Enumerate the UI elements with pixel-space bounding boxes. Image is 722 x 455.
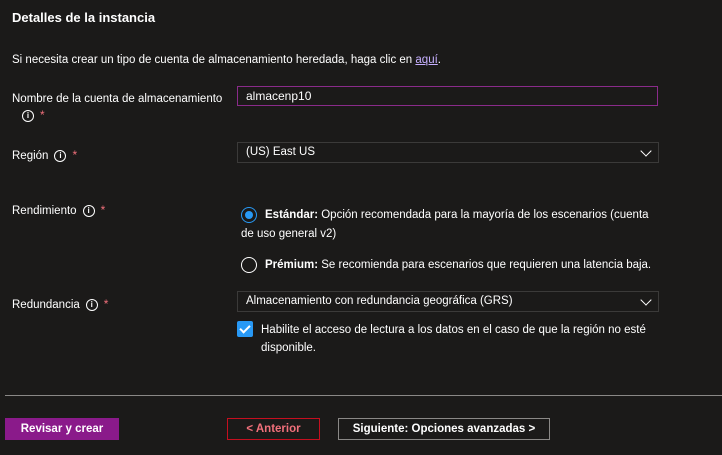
previous-button[interactable]: < Anterior xyxy=(227,418,320,440)
account-name-label: Nombre de la cuenta de almacenamiento i * xyxy=(12,91,222,124)
footer-divider xyxy=(5,395,722,396)
required-marker: * xyxy=(103,297,109,311)
premium-option-text: Prémium: Se recomienda para escenarios q… xyxy=(241,256,661,275)
chevron-down-icon xyxy=(640,294,652,306)
read-access-checkbox[interactable] xyxy=(237,321,253,337)
info-icon[interactable]: i xyxy=(22,109,34,122)
chevron-down-icon xyxy=(640,145,652,157)
premium-radio[interactable] xyxy=(241,257,257,273)
region-label-text: Región xyxy=(12,150,49,162)
storage-account-form: Detalles de la instancia Si necesita cre… xyxy=(0,0,722,455)
intro-suffix: . xyxy=(437,54,441,66)
redundancy-label: Redundancia i * xyxy=(12,296,108,313)
review-create-button[interactable]: Revisar y crear xyxy=(5,418,119,440)
region-select[interactable]: (US) East US xyxy=(237,142,659,163)
next-button[interactable]: Siguiente: Opciones avanzadas > xyxy=(338,418,550,440)
read-access-label: Habilite el acceso de lectura a los dato… xyxy=(261,324,646,354)
premium-option-title: Prémium: xyxy=(265,259,319,271)
region-selected-value: (US) East US xyxy=(246,146,316,158)
standard-option-text: Estándar: Opción recomendada para la may… xyxy=(241,206,661,244)
here-link[interactable]: aquí xyxy=(415,54,437,66)
required-marker: * xyxy=(72,148,78,162)
standard-option-title: Estándar: xyxy=(265,209,319,221)
intro-message: Si necesita crear un tipo de cuenta de a… xyxy=(12,54,416,66)
performance-label: Rendimiento i * xyxy=(12,202,105,219)
redundancy-selected-value: Almacenamiento con redundancia geográfic… xyxy=(246,295,513,307)
account-name-label-text: Nombre de la cuenta de almacenamiento xyxy=(12,93,223,105)
performance-label-text: Rendimiento xyxy=(12,205,77,217)
premium-option-description: Se recomienda para escenarios que requie… xyxy=(318,259,652,271)
performance-option-premium[interactable]: Prémium: Se recomienda para escenarios q… xyxy=(241,256,661,275)
redundancy-label-text: Redundancia xyxy=(12,299,80,311)
section-title: Detalles de la instancia xyxy=(12,10,156,25)
redundancy-select[interactable]: Almacenamiento con redundancia geográfic… xyxy=(237,291,659,312)
required-marker: * xyxy=(100,203,106,217)
region-label: Región i * xyxy=(12,147,77,164)
standard-radio[interactable] xyxy=(241,207,257,223)
performance-option-standard[interactable]: Estándar: Opción recomendada para la may… xyxy=(241,206,661,244)
info-icon[interactable]: i xyxy=(85,298,98,311)
info-icon[interactable]: i xyxy=(82,204,95,217)
required-marker: * xyxy=(40,108,45,122)
info-icon[interactable]: i xyxy=(54,149,67,162)
intro-text: Si necesita crear un tipo de cuenta de a… xyxy=(12,54,441,66)
account-name-input[interactable] xyxy=(237,86,658,106)
